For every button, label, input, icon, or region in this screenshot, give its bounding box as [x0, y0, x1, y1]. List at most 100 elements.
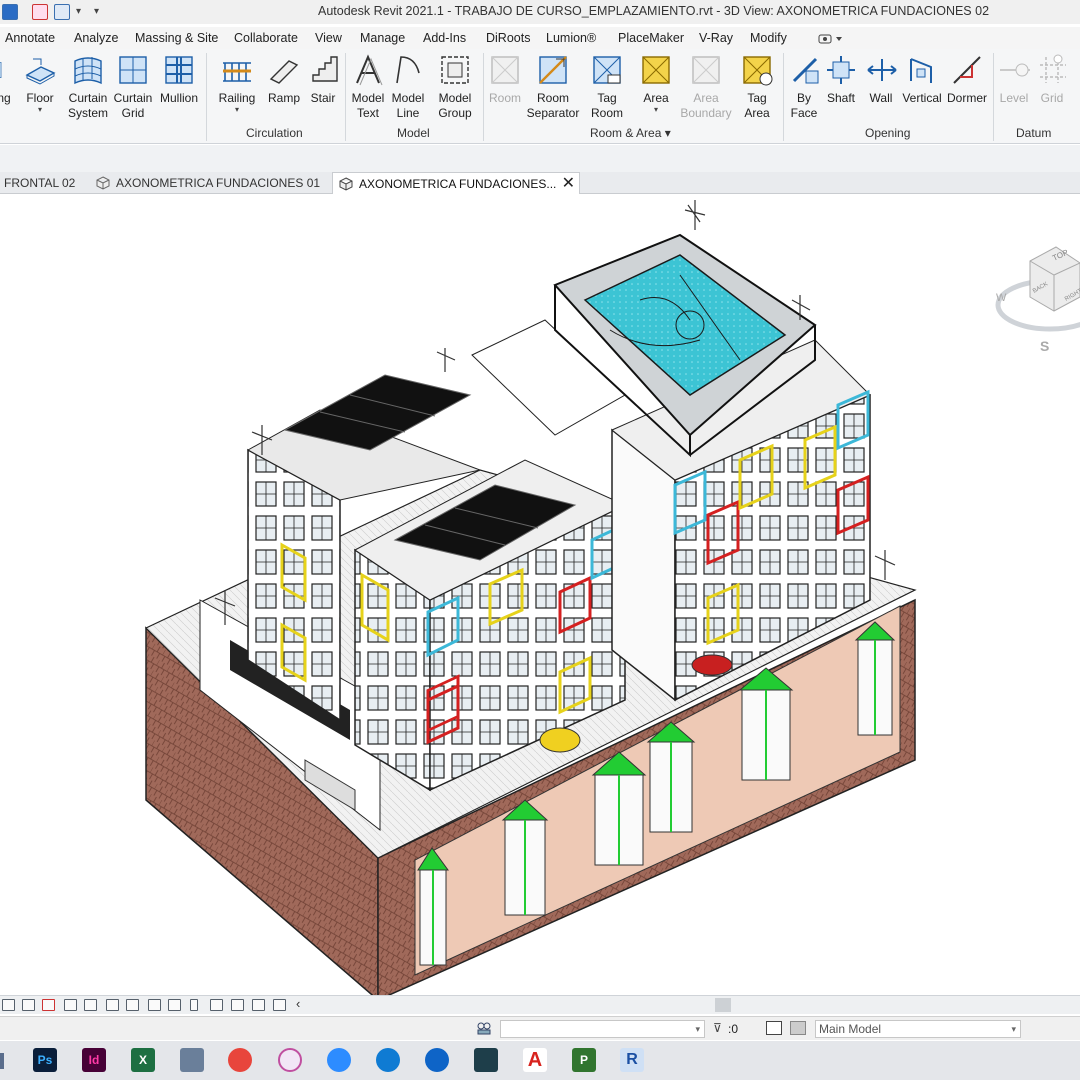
render-icon[interactable] — [106, 999, 119, 1011]
dormer-button[interactable]: Dormer — [946, 53, 988, 106]
tool-label: Area Boundary — [680, 91, 732, 120]
indesign-icon[interactable]: Id — [82, 1048, 106, 1072]
curtain-system-button[interactable]: Curtain System — [66, 53, 110, 121]
room-button[interactable]: Room — [487, 53, 523, 106]
area-boundary-button[interactable]: Area Boundary — [678, 53, 734, 121]
show-crop-icon[interactable] — [148, 999, 161, 1011]
analytical-model-icon[interactable] — [252, 999, 265, 1011]
view-tab-axonometrica-02[interactable]: AXONOMETRICA FUNDACIONES... ✕ — [332, 172, 580, 194]
acrobat-icon[interactable]: A — [523, 1048, 547, 1072]
chevron-down-icon[interactable]: ▾ — [23, 106, 57, 114]
zoom-icon[interactable] — [327, 1048, 351, 1072]
horizontal-scrollbar[interactable] — [715, 998, 731, 1012]
worksharing-icon[interactable] — [231, 999, 244, 1011]
view-control-bar: ‹ — [0, 995, 1080, 1014]
customize-toolbar-icon[interactable]: ▾ — [94, 6, 106, 18]
tab-vray[interactable]: V-Ray — [699, 31, 733, 45]
reveal-hidden-icon[interactable] — [210, 999, 223, 1011]
stair-icon — [312, 56, 338, 82]
chevron-down-icon[interactable]: ▾ — [638, 106, 674, 114]
floor-icon — [25, 58, 56, 85]
tool-label: Room — [488, 91, 521, 105]
app-menu-icon[interactable] — [2, 4, 18, 20]
tab-analyze[interactable]: Analyze — [74, 31, 118, 45]
3d-view-canvas[interactable]: TOP BACK RIGHT W S — [0, 195, 1080, 1002]
model-text-button[interactable]: Model Text — [350, 53, 386, 121]
shadows-icon[interactable] — [84, 999, 97, 1011]
teamviewer-icon[interactable] — [425, 1048, 449, 1072]
ribbon-minimize-icon[interactable] — [818, 33, 844, 45]
design-option-dropdown[interactable]: Main Model ▾ — [815, 1020, 1021, 1038]
edge-icon[interactable] — [376, 1048, 400, 1072]
tab-modify[interactable]: Modify — [750, 31, 787, 45]
grid-button[interactable]: Grid — [1036, 53, 1068, 106]
worksets-icon[interactable] — [476, 1021, 492, 1035]
panel-divider — [206, 53, 207, 141]
vertical-button[interactable]: Vertical — [902, 53, 942, 106]
excel-icon[interactable]: X — [131, 1048, 155, 1072]
tool-label: Model Text — [351, 91, 385, 120]
area-button[interactable]: Area ▾ — [638, 53, 674, 114]
room-separator-button[interactable]: Room Separator — [526, 53, 580, 121]
chrome-icon[interactable] — [228, 1048, 252, 1072]
switch-windows-icon[interactable] — [54, 4, 70, 20]
highlight-displacement-icon[interactable] — [273, 999, 286, 1011]
chevron-down-icon[interactable]: ▾ — [217, 106, 257, 114]
level-button[interactable]: Level — [998, 53, 1030, 106]
view-tab-axonometrica-01[interactable]: AXONOMETRICA FUNDACIONES 01 — [96, 172, 332, 194]
calculator-icon[interactable] — [180, 1048, 204, 1072]
workset-dropdown[interactable]: ▾ — [500, 1020, 705, 1038]
close-hidden-icon[interactable] — [32, 4, 48, 20]
editing-requests-icon[interactable] — [766, 1021, 782, 1035]
bitbucket-icon[interactable] — [474, 1048, 498, 1072]
photoshop-icon[interactable]: Ps — [33, 1048, 57, 1072]
view-tab-frontal-02[interactable]: FRONTAL 02 — [4, 172, 92, 194]
unlock-3d-view-icon[interactable] — [168, 999, 181, 1011]
sun-path-icon[interactable] — [64, 999, 77, 1011]
tab-placemaker[interactable]: PlaceMaker — [618, 31, 684, 45]
tab-annotate[interactable]: Annotate — [5, 31, 55, 45]
snipping-tool-icon[interactable] — [278, 1048, 302, 1072]
crop-view-icon[interactable] — [126, 999, 139, 1011]
design-options-icon[interactable] — [790, 1021, 806, 1035]
tag-area-button[interactable]: Tag Area — [739, 53, 775, 121]
model-line-icon — [396, 56, 420, 84]
detail-level-icon[interactable] — [22, 999, 35, 1011]
tab-lumion[interactable]: Lumion® — [546, 31, 596, 45]
tab-add-ins[interactable]: Add-Ins — [423, 31, 466, 45]
chevron-left-icon[interactable]: ‹ — [296, 996, 300, 1011]
tab-manage[interactable]: Manage — [360, 31, 405, 45]
scale-icon[interactable] — [2, 999, 15, 1011]
close-icon[interactable]: ✕ — [562, 173, 575, 195]
shaft-button[interactable]: Shaft — [824, 53, 858, 106]
quick-access-toolbar: ▾ ▾ — [0, 4, 106, 20]
project-icon[interactable]: P — [572, 1048, 596, 1072]
by-face-button[interactable]: By Face — [788, 53, 820, 121]
viewcube[interactable]: TOP BACK RIGHT W S — [994, 235, 1080, 355]
model-line-button[interactable]: Model Line — [390, 53, 426, 121]
wall-opening-button[interactable]: Wall — [865, 53, 897, 106]
dropdown-arrow-icon[interactable]: ▾ — [76, 6, 88, 18]
tool-label: Dormer — [946, 91, 987, 105]
tab-massing-site[interactable]: Massing & Site — [135, 31, 218, 45]
model-group-button[interactable]: Model Group — [434, 53, 476, 121]
panel-divider — [993, 53, 994, 141]
tag-room-button[interactable]: Tag Room — [588, 53, 626, 121]
app-letter: A — [527, 1049, 543, 1071]
visual-style-icon[interactable] — [42, 999, 55, 1011]
mullion-button[interactable]: Mullion — [157, 53, 201, 106]
tab-collaborate[interactable]: Collaborate — [234, 31, 298, 45]
revit-icon[interactable]: R — [620, 1048, 644, 1072]
floor-button[interactable]: Floor ▾ — [23, 53, 57, 114]
ramp-button[interactable]: Ramp — [266, 53, 302, 106]
curtain-grid-button[interactable]: Curtain Grid — [113, 53, 153, 121]
stair-button[interactable]: Stair — [307, 53, 339, 106]
panel-label-room-area[interactable]: Room & Area ▾ — [590, 126, 671, 140]
railing-button[interactable]: Railing ▾ — [217, 53, 257, 114]
revit-window: ▾ ▾ Autodesk Revit 2021.1 - TRABAJO DE C… — [0, 0, 1080, 1080]
tab-diroots[interactable]: DiRoots — [486, 31, 530, 45]
temp-hide-icon[interactable] — [190, 999, 198, 1011]
wall-tool-partial[interactable]: ng — [0, 53, 14, 106]
filter-icon[interactable]: ⊽ — [713, 1021, 722, 1035]
tab-view[interactable]: View — [315, 31, 342, 45]
